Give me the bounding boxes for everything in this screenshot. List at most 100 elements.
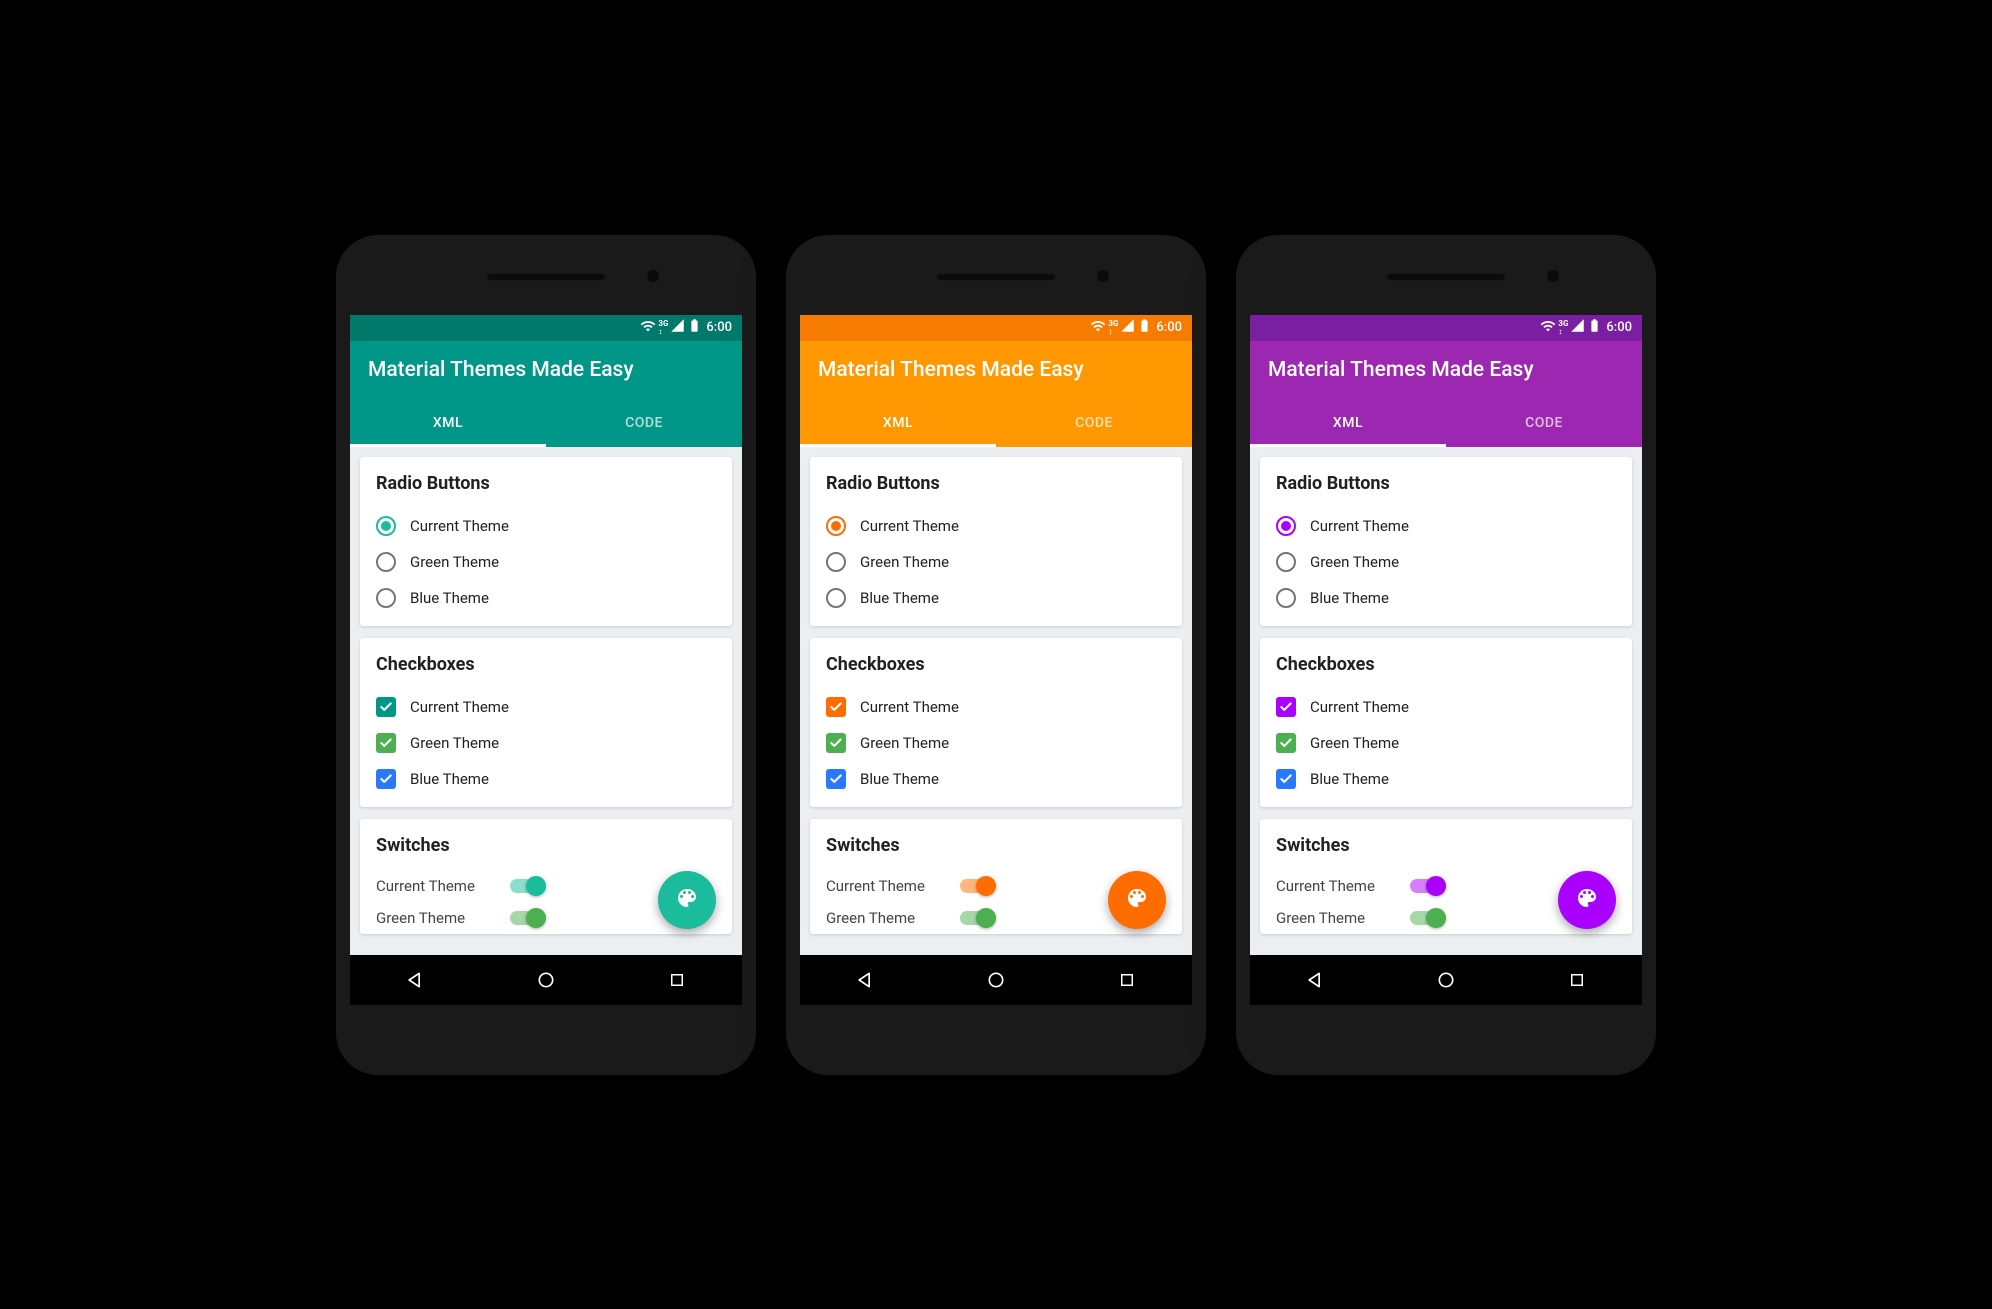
fab-theme-button[interactable] [1108,871,1166,929]
tab-xml[interactable]: XML [350,399,546,447]
radio-row[interactable]: Current Theme [1276,508,1616,544]
checkbox-row[interactable]: Green Theme [1276,725,1616,761]
radio-label: Current Theme [410,517,509,535]
switch-thumb [976,908,996,928]
checkbox-icon[interactable] [826,733,846,753]
tab-xml[interactable]: XML [800,399,996,447]
nav-back-button[interactable] [1304,969,1326,991]
radio-row[interactable]: Blue Theme [1276,580,1616,616]
radio-icon[interactable] [826,588,846,608]
nav-recent-button[interactable] [1566,969,1588,991]
checkbox-row[interactable]: Blue Theme [826,761,1166,797]
checkbox-label: Green Theme [860,734,949,752]
nav-home-button[interactable] [985,969,1007,991]
tab-label: CODE [1525,415,1563,431]
tab-code[interactable]: CODE [546,399,742,447]
tab-bar: XML CODE [1250,399,1642,447]
switch-toggle[interactable] [960,908,996,928]
checkbox-row[interactable]: Green Theme [826,725,1166,761]
battery-icon [1587,318,1602,337]
checkbox-row[interactable]: Blue Theme [1276,761,1616,797]
switch-label: Current Theme [826,877,946,895]
radio-icon[interactable] [826,552,846,572]
palette-icon [1125,886,1149,914]
switch-toggle[interactable] [1410,876,1446,896]
nav-back-button[interactable] [854,969,876,991]
switch-toggle[interactable] [960,876,996,896]
checkbox-row[interactable]: Current Theme [376,689,716,725]
checkbox-icon[interactable] [1276,697,1296,717]
radio-row[interactable]: Blue Theme [826,580,1166,616]
radio-icon[interactable] [376,516,396,536]
checkbox-icon[interactable] [1276,769,1296,789]
app-bar: Material Themes Made Easy [350,341,742,399]
tab-code[interactable]: CODE [996,399,1192,447]
radio-label: Blue Theme [410,589,489,607]
status-time: 6:00 [1606,320,1632,335]
palette-icon [1575,886,1599,914]
network-indicator: 3G↕ [1108,320,1118,336]
nav-back-button[interactable] [404,969,426,991]
checkbox-icon[interactable] [826,697,846,717]
checkbox-icon[interactable] [376,733,396,753]
radio-row[interactable]: Green Theme [826,544,1166,580]
checkbox-icon[interactable] [1276,733,1296,753]
tab-code[interactable]: CODE [1446,399,1642,447]
switch-heading: Switches [826,835,1166,856]
radio-label: Green Theme [860,553,949,571]
tab-label: XML [883,415,913,431]
radio-row[interactable]: Current Theme [376,508,716,544]
switch-toggle[interactable] [1410,908,1446,928]
radio-icon[interactable] [1276,516,1296,536]
radio-icon[interactable] [1276,588,1296,608]
tab-label: CODE [625,415,663,431]
radio-row[interactable]: Green Theme [376,544,716,580]
checkbox-row[interactable]: Current Theme [826,689,1166,725]
checkbox-icon[interactable] [376,697,396,717]
tab-xml[interactable]: XML [1250,399,1446,447]
checkbox-icon[interactable] [826,769,846,789]
status-bar: 3G↕ 6:00 [350,315,742,341]
checkbox-icon[interactable] [376,769,396,789]
navigation-bar [1250,955,1642,1005]
phone-frame: 3G↕ 6:00 Material Themes Made Easy XML C… [336,235,756,1075]
status-icons: 3G↕ [1090,318,1152,338]
checkbox-label: Green Theme [410,734,499,752]
switch-label: Green Theme [376,909,496,927]
radio-label: Green Theme [410,553,499,571]
radio-row[interactable]: Green Theme [1276,544,1616,580]
switch-thumb [1426,908,1446,928]
checkbox-row[interactable]: Current Theme [1276,689,1616,725]
fab-theme-button[interactable] [658,871,716,929]
switch-toggle[interactable] [510,876,546,896]
radio-icon[interactable] [376,552,396,572]
tab-label: CODE [1075,415,1113,431]
switch-label: Current Theme [1276,877,1396,895]
radio-buttons-card: Radio Buttons Current Theme Green Theme [360,457,732,626]
wifi-icon [640,318,656,338]
tab-label: XML [1333,415,1363,431]
radio-label: Current Theme [1310,517,1409,535]
radio-row[interactable]: Blue Theme [376,580,716,616]
nav-recent-button[interactable] [1116,969,1138,991]
status-time: 6:00 [1156,320,1182,335]
appbar-title: Material Themes Made Easy [818,358,1084,382]
checkbox-row[interactable]: Blue Theme [376,761,716,797]
radio-icon[interactable] [826,516,846,536]
fab-theme-button[interactable] [1558,871,1616,929]
checkbox-row[interactable]: Green Theme [376,725,716,761]
signal-icon [1570,318,1585,337]
radio-label: Current Theme [860,517,959,535]
nav-home-button[interactable] [1435,969,1457,991]
switch-toggle[interactable] [510,908,546,928]
radio-icon[interactable] [1276,552,1296,572]
nav-home-button[interactable] [535,969,557,991]
radio-heading: Radio Buttons [1276,473,1616,494]
palette-icon [675,886,699,914]
radio-row[interactable]: Current Theme [826,508,1166,544]
signal-icon [1120,318,1135,337]
switch-heading: Switches [1276,835,1616,856]
switch-thumb [976,876,996,896]
nav-recent-button[interactable] [666,969,688,991]
radio-icon[interactable] [376,588,396,608]
